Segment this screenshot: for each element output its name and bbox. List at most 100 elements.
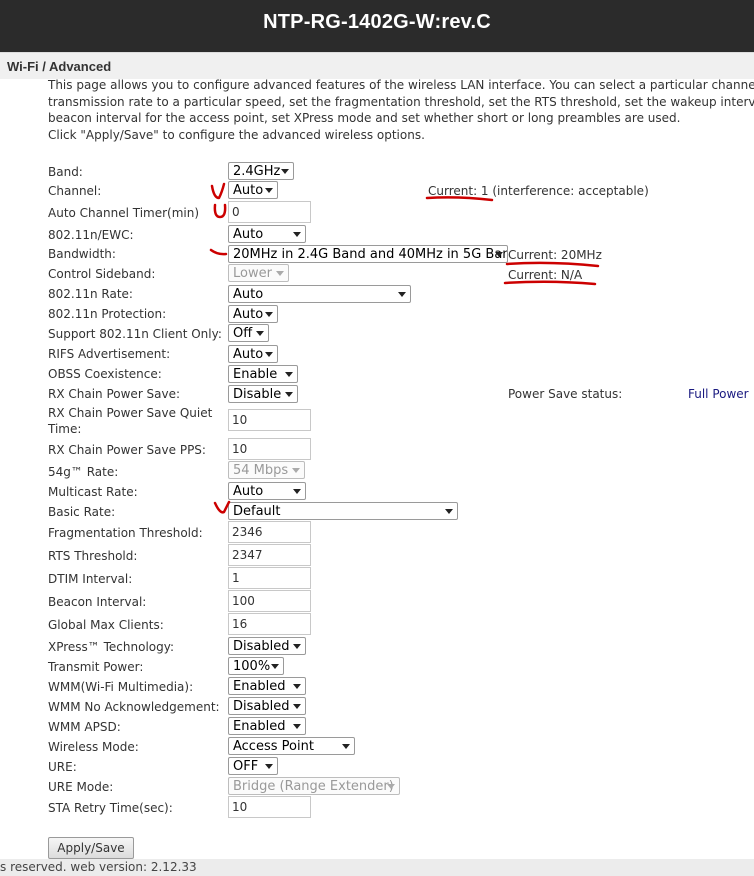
dtim-input[interactable]: 1	[228, 567, 311, 589]
chevron-down-icon	[387, 784, 395, 789]
band-label: Band:	[48, 165, 83, 179]
intro-line: transmission rate to a particular speed,…	[48, 94, 754, 109]
wmm-label: WMM(Wi-Fi Multimedia):	[48, 680, 194, 694]
underline-sideband-current	[503, 280, 597, 286]
n-rate-label: 802.11n Rate:	[48, 287, 133, 301]
rx-chain-quiet-label: RX Chain Power Save Quiet Time:	[48, 406, 213, 436]
wmm-apsd-select[interactable]: Enabled	[228, 717, 306, 735]
chevron-down-icon	[265, 352, 273, 357]
chevron-down-icon	[285, 372, 293, 377]
power-save-status-value: Full Power	[688, 387, 749, 401]
sta-retry-label: STA Retry Time(sec):	[48, 801, 173, 815]
chevron-down-icon	[293, 724, 301, 729]
chevron-down-icon	[293, 644, 301, 649]
intro-line: beacon interval for the access point, se…	[48, 111, 681, 125]
rx-chain-power-save-label: RX Chain Power Save:	[48, 387, 181, 401]
page-title: Wi-Fi / Advanced	[7, 59, 112, 74]
rts-threshold-label: RTS Threshold:	[48, 549, 138, 563]
rifs-label: RIFS Advertisement:	[48, 347, 171, 361]
chevron-down-icon	[281, 169, 289, 174]
transmit-power-label: Transmit Power:	[48, 660, 144, 674]
beacon-input[interactable]: 100	[228, 590, 311, 612]
n-client-only-label: Support 802.11n Client Only:	[48, 327, 222, 341]
intro-text: This page allows you to configure advanc…	[48, 77, 754, 143]
chevron-down-icon	[292, 468, 300, 473]
underline-bandwidth-current	[505, 261, 600, 268]
control-sideband-label: Control Sideband:	[48, 267, 156, 281]
chevron-down-icon	[285, 392, 293, 397]
sideband-current-note: Current: N/A	[508, 268, 583, 282]
multicast-rate-select[interactable]: Auto	[228, 482, 306, 500]
band-select[interactable]: 2.4GHz	[228, 162, 294, 180]
u-mark-timer	[213, 203, 227, 219]
rx-chain-pps-label: RX Chain Power Save PPS:	[48, 443, 206, 457]
intro-line: Click "Apply/Save" to configure the adva…	[48, 127, 425, 142]
chevron-down-icon	[256, 331, 264, 336]
bandwidth-select[interactable]: 20MHz in 2.4G Band and 40MHz in 5G Band	[228, 245, 508, 263]
g-rate-label: 54g™ Rate:	[48, 465, 119, 479]
sta-retry-input[interactable]: 10	[228, 796, 311, 818]
chevron-down-icon	[293, 489, 301, 494]
obss-select[interactable]: Enable	[228, 365, 298, 383]
basic-rate-label: Basic Rate:	[48, 505, 116, 519]
n-protection-select[interactable]: Auto	[228, 305, 278, 323]
transmit-power-select[interactable]: 100%	[228, 657, 284, 675]
wmm-apsd-label: WMM APSD:	[48, 720, 121, 734]
chevron-down-icon	[398, 292, 406, 297]
n-client-only-select[interactable]: Off	[228, 324, 269, 342]
xpress-select[interactable]: Disabled	[228, 637, 306, 655]
footer-version: s reserved. web version: 2.12.33	[0, 859, 754, 876]
global-max-clients-input[interactable]: 16	[228, 613, 311, 635]
rifs-select[interactable]: Auto	[228, 345, 278, 363]
beacon-label: Beacon Interval:	[48, 595, 147, 609]
chevron-down-icon	[495, 252, 503, 257]
obss-label: OBSS Coexistence:	[48, 367, 162, 381]
check-mark-channel	[210, 182, 226, 200]
basic-rate-select[interactable]: Default	[228, 502, 458, 520]
intro-line: This page allows you to configure advanc…	[48, 78, 754, 92]
breadcrumb: Wi-Fi / Advanced	[0, 52, 754, 79]
dtim-label: DTIM Interval:	[48, 572, 133, 586]
channel-current-note: Current: 1 (interference: acceptable)	[428, 184, 649, 198]
ure-select[interactable]: OFF	[228, 757, 278, 775]
bandwidth-label: Bandwidth:	[48, 247, 116, 261]
dash-mark-bandwidth	[209, 248, 228, 256]
ure-mode-label: URE Mode:	[48, 780, 114, 794]
multicast-rate-label: Multicast Rate:	[48, 485, 138, 499]
header-bar: NTP-RG-1402G-W:rev.C	[0, 0, 754, 52]
bandwidth-current-note: Current: 20MHz	[508, 248, 602, 262]
rx-chain-power-save-select[interactable]: Disable	[228, 385, 298, 403]
wireless-mode-label: Wireless Mode:	[48, 740, 139, 754]
global-max-clients-label: Global Max Clients:	[48, 618, 164, 632]
ewc-select[interactable]: Auto	[228, 225, 306, 243]
xpress-label: XPress™ Technology:	[48, 640, 175, 654]
apply-save-button[interactable]: Apply/Save	[48, 837, 134, 859]
chevron-down-icon	[445, 509, 453, 514]
ure-mode-select[interactable]: Bridge (Range Extender)	[228, 777, 400, 795]
rts-threshold-input[interactable]: 2347	[228, 544, 311, 566]
wmm-select[interactable]: Enabled	[228, 677, 306, 695]
chevron-down-icon	[265, 764, 273, 769]
wmm-no-ack-label: WMM No Acknowledgement:	[48, 700, 220, 714]
auto-channel-timer-label: Auto Channel Timer(min)	[48, 206, 200, 220]
chevron-down-icon	[265, 188, 273, 193]
rx-chain-quiet-input[interactable]: 10	[228, 409, 311, 431]
channel-select[interactable]: Auto	[228, 181, 278, 199]
auto-channel-timer-input[interactable]: 0	[228, 201, 311, 223]
chevron-down-icon	[265, 312, 273, 317]
chevron-down-icon	[293, 232, 301, 237]
frag-threshold-input[interactable]: 2346	[228, 521, 311, 543]
chevron-down-icon	[293, 684, 301, 689]
chevron-down-icon	[342, 744, 350, 749]
g-rate-select[interactable]: 54 Mbps	[228, 461, 305, 479]
frag-threshold-label: Fragmentation Threshold:	[48, 526, 203, 540]
n-rate-select[interactable]: Auto	[228, 285, 411, 303]
wireless-mode-select[interactable]: Access Point	[228, 737, 355, 755]
chevron-down-icon	[276, 271, 284, 276]
control-sideband-select[interactable]: Lower	[228, 264, 289, 282]
device-title: NTP-RG-1402G-W:rev.C	[263, 11, 491, 33]
channel-label: Channel:	[48, 184, 102, 198]
rx-chain-pps-input[interactable]: 10	[228, 438, 311, 460]
wmm-no-ack-select[interactable]: Disabled	[228, 697, 306, 715]
ure-label: URE:	[48, 760, 77, 774]
